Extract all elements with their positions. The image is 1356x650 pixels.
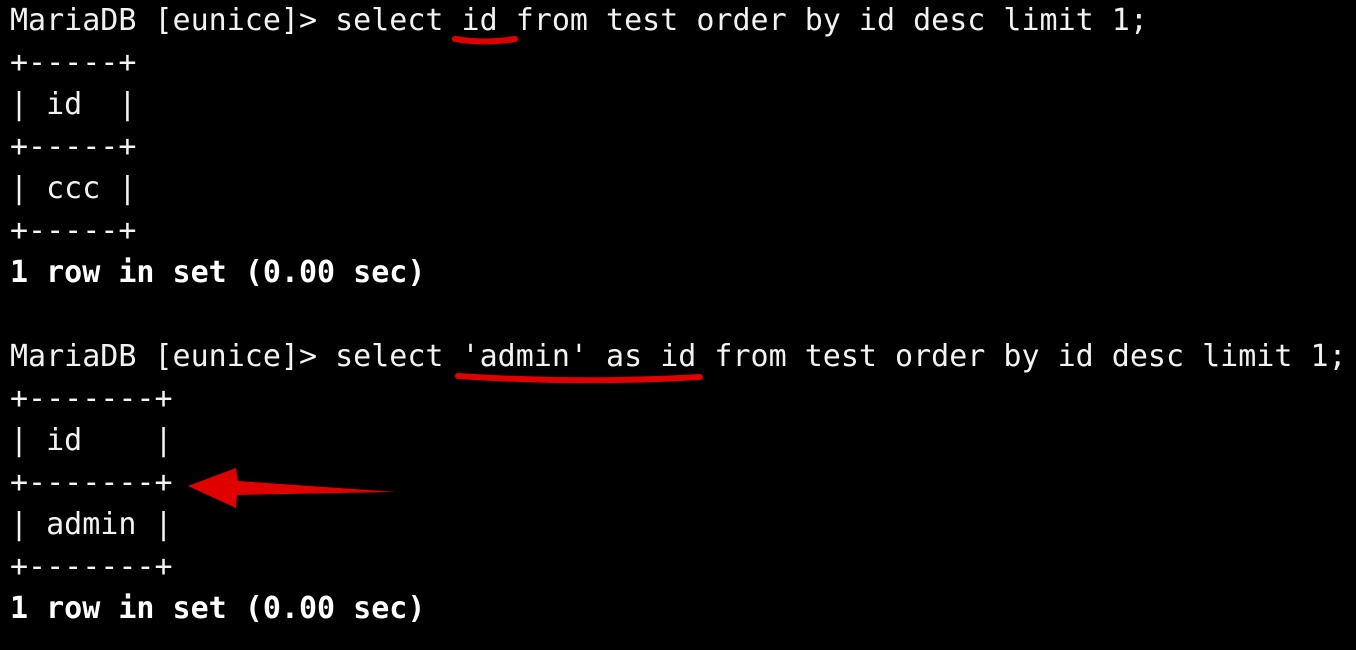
command-highlighted-text: id xyxy=(461,3,498,38)
command-line: MariaDB [eunice]> select 'admin' as id f… xyxy=(10,336,1347,378)
table-row: | admin | xyxy=(10,507,173,542)
command-text: from test order by id desc limit 1; xyxy=(497,3,1148,38)
command-highlighted-text: 'admin' as id xyxy=(461,339,697,374)
table-border: +-----+ xyxy=(10,45,137,80)
prompt: MariaDB [eunice]> xyxy=(10,3,336,38)
command-line: MariaDB [eunice]> select id from test or… xyxy=(10,0,1148,42)
table-border: +-----+ xyxy=(10,213,137,248)
status-line: 1 row in set (0.00 sec) xyxy=(10,591,426,626)
table-header: | id | xyxy=(10,423,173,458)
status-line: 1 row in set (0.00 sec) xyxy=(10,255,426,290)
terminal-window[interactable]: MariaDB [eunice]> select id from test or… xyxy=(0,0,1356,650)
command-text: select xyxy=(335,339,462,374)
table-border: +-------+ xyxy=(10,465,173,500)
table-row: | ccc | xyxy=(10,171,137,206)
command-text: select xyxy=(335,3,462,38)
table-border: +-------+ xyxy=(10,381,173,416)
table-header: | id | xyxy=(10,87,137,122)
table-border: +-------+ xyxy=(10,549,173,584)
command-text: from test order by id desc limit 1; xyxy=(696,339,1347,374)
table-border: +-----+ xyxy=(10,129,137,164)
prompt: MariaDB [eunice]> xyxy=(10,339,336,374)
